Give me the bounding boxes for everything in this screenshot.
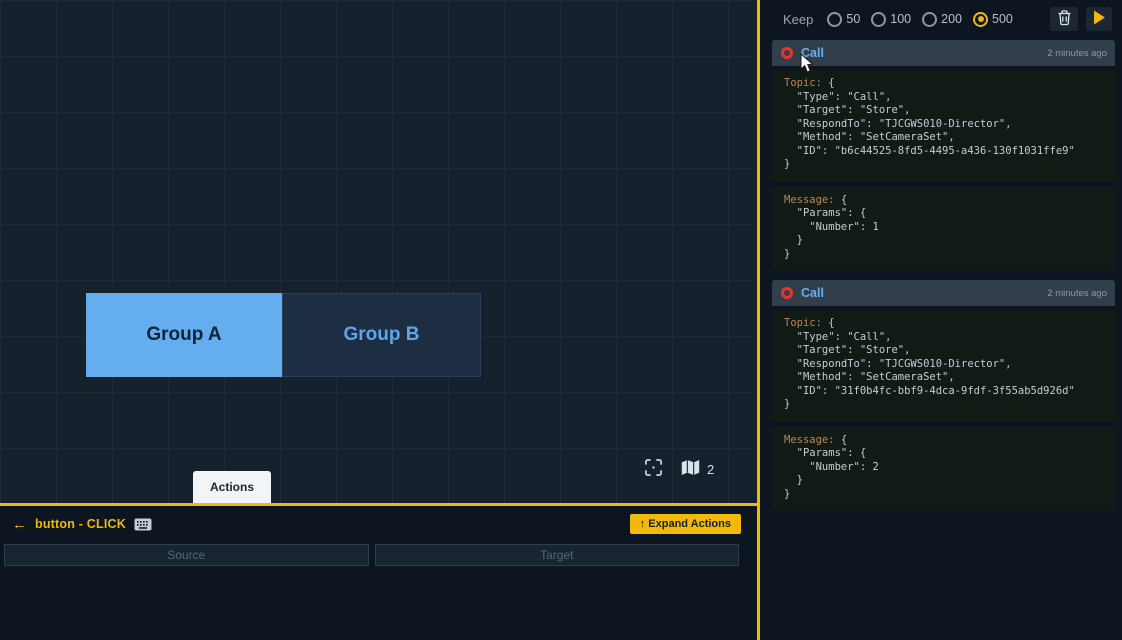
stage-canvas[interactable]: Group A Group B Actions 2: [0, 0, 757, 503]
map-toggle-button[interactable]: 2: [681, 459, 714, 479]
topic-body: { "Type": "Call", "Target": "Store", "Re…: [784, 77, 1075, 170]
canvas-border-bottom: [0, 503, 760, 506]
keep-option-label: 100: [890, 12, 911, 26]
radio-icon: [871, 12, 886, 27]
keep-toolbar: Keep 50 100 200 500: [760, 0, 1122, 38]
status-dot-icon: [781, 287, 793, 299]
radio-icon: [827, 12, 842, 27]
topic-body: { "Type": "Call", "Target": "Store", "Re…: [784, 317, 1075, 410]
topic-label: Topic:: [784, 77, 822, 89]
keep-option-200[interactable]: 200: [922, 12, 962, 27]
trash-icon: [1057, 10, 1072, 29]
fit-view-icon: [644, 458, 663, 480]
message-code-block: Message: { "Params": { "Number": 2 } }: [772, 427, 1115, 511]
message-card-body: Topic: { "Type": "Call", "Target": "Stor…: [772, 306, 1115, 510]
keyboard-icon: [134, 518, 152, 531]
clear-messages-button[interactable]: [1050, 7, 1078, 31]
expand-actions-button[interactable]: ↑ Expand Actions: [630, 514, 741, 534]
source-target-row: [0, 538, 757, 566]
fit-view-button[interactable]: [644, 458, 663, 480]
keep-option-label: 200: [941, 12, 962, 26]
topic-label: Topic:: [784, 317, 822, 329]
radio-icon: [922, 12, 937, 27]
action-title: button - CLICK: [35, 517, 126, 531]
keep-label: Keep: [783, 12, 813, 27]
message-card-header[interactable]: Call 2 minutes ago: [772, 40, 1115, 66]
message-timestamp: 2 minutes ago: [1047, 48, 1107, 59]
actions-tab[interactable]: Actions: [193, 471, 271, 503]
keep-option-100[interactable]: 100: [871, 12, 911, 27]
message-label: Message:: [784, 194, 835, 206]
keep-option-500[interactable]: 500: [973, 12, 1013, 27]
message-card-body: Topic: { "Type": "Call", "Target": "Stor…: [772, 66, 1115, 270]
message-log-panel: Keep 50 100 200 500: [760, 0, 1122, 640]
message-label: Message:: [784, 434, 835, 446]
play-icon: [1093, 10, 1106, 28]
group-a-button[interactable]: Group A: [86, 293, 282, 377]
keep-option-50[interactable]: 50: [827, 12, 860, 27]
message-type-label: Call: [801, 286, 824, 300]
message-card: Call 2 minutes ago Topic: { "Type": "Cal…: [772, 280, 1115, 510]
map-count: 2: [707, 462, 714, 477]
message-card-header[interactable]: Call 2 minutes ago: [772, 280, 1115, 306]
keep-option-label: 500: [992, 12, 1013, 26]
back-button[interactable]: ←: [12, 517, 27, 532]
actions-panel: ← button - CLICK ↑ Expand Actions: [0, 506, 757, 640]
source-input[interactable]: [4, 544, 369, 566]
actions-panel-header: ← button - CLICK ↑ Expand Actions: [0, 506, 757, 538]
message-type-label: Call: [801, 46, 824, 60]
status-dot-icon: [781, 47, 793, 59]
radio-icon: [973, 12, 988, 27]
message-list: Call 2 minutes ago Topic: { "Type": "Cal…: [760, 38, 1122, 510]
play-button[interactable]: [1086, 7, 1112, 31]
canvas-toolbar: 2: [644, 458, 714, 480]
message-card: Call 2 minutes ago Topic: { "Type": "Cal…: [772, 40, 1115, 270]
message-timestamp: 2 minutes ago: [1047, 288, 1107, 299]
map-icon: [681, 459, 700, 479]
target-input[interactable]: [375, 544, 740, 566]
canvas-border-right: [757, 0, 760, 640]
group-b-button[interactable]: Group B: [282, 293, 481, 377]
topic-code-block: Topic: { "Type": "Call", "Target": "Stor…: [772, 70, 1115, 181]
message-code-block: Message: { "Params": { "Number": 1 } }: [772, 187, 1115, 271]
topic-code-block: Topic: { "Type": "Call", "Target": "Stor…: [772, 310, 1115, 421]
keep-option-label: 50: [846, 12, 860, 26]
